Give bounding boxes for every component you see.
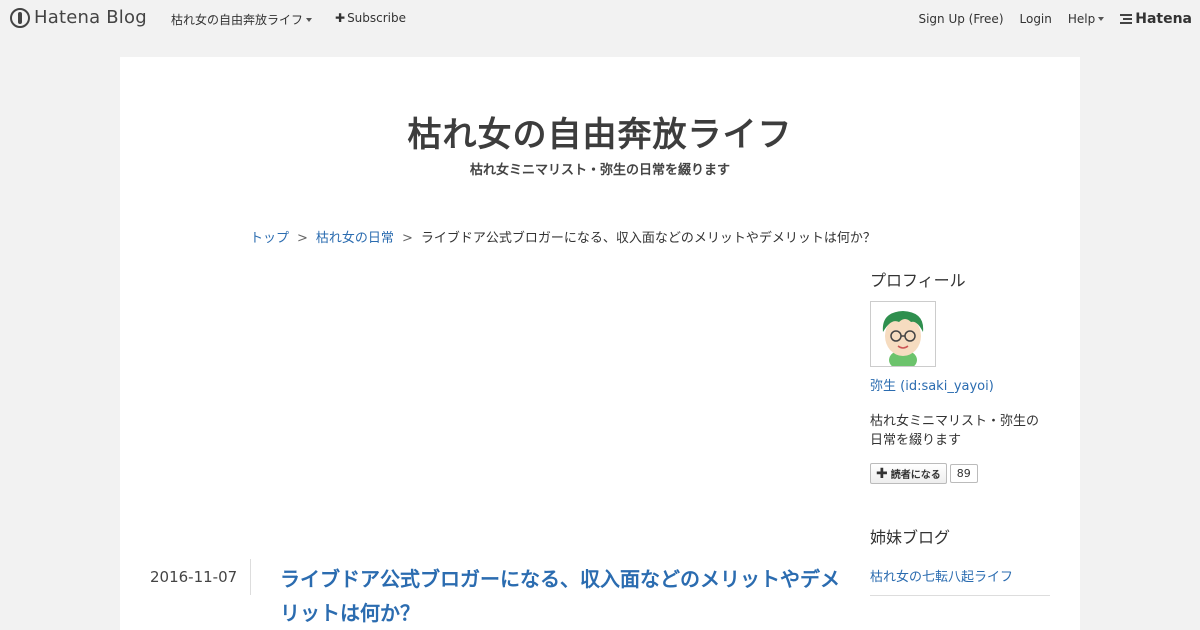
breadcrumb-separator: > bbox=[401, 231, 413, 246]
hatena-logo[interactable]: Hatena bbox=[1120, 11, 1192, 27]
subscribe-label: Subscribe bbox=[347, 11, 407, 25]
blog-description: 枯れ女ミニマリスト・弥生の日常を綴ります bbox=[469, 163, 730, 178]
breadcrumb-category-link[interactable]: 枯れ女の日常 bbox=[316, 231, 394, 246]
help-label: Help bbox=[1067, 12, 1096, 26]
post-date: 2016-11-07 bbox=[150, 568, 238, 586]
hatena-blog-logo[interactable]: Hatena Blog bbox=[10, 7, 147, 28]
sister-blog-link[interactable]: 枯れ女の七転八起ライフ bbox=[870, 566, 1050, 596]
reader-widget: ✚ 読者になる 89 bbox=[870, 463, 1050, 484]
sister-blog-heading: 姉妹ブログ bbox=[870, 528, 951, 547]
caret-down-icon bbox=[306, 18, 313, 22]
sidebar: プロフィール 弥生 (id:saki_yayoi) 枯れ女ミニマリスト・弥生の日… bbox=[870, 267, 1050, 596]
breadcrumb-current: ライブドア公式ブロガーになる、収入面などのメリットやデメリットは何か？ bbox=[420, 231, 876, 246]
blog-title[interactable]: 枯れ女の自由奔放ライフ bbox=[120, 107, 1080, 156]
signup-link[interactable]: Sign Up (Free) bbox=[918, 12, 1003, 26]
subscribe-reader-button[interactable]: ✚ 読者になる bbox=[870, 463, 947, 484]
reader-button-label: 読者になる bbox=[890, 470, 941, 481]
global-header: Hatena Blog 枯れ女の自由奔放ライフ ✚ Subscribe Sign … bbox=[0, 0, 1200, 36]
breadcrumb: トップ > 枯れ女の日常 > ライブドア公式ブロガーになる、収入面などのメリットやデメリ… bbox=[250, 227, 876, 246]
hatena-logo-text: Hatena bbox=[1135, 11, 1192, 27]
avatar[interactable] bbox=[870, 301, 936, 370]
profile-description: 枯れ女ミニマリスト・弥生の日常を綴ります bbox=[870, 414, 1040, 448]
profile-user-link[interactable]: 弥生 (id:saki_yayoi) bbox=[870, 379, 994, 394]
plus-icon: ✚ bbox=[335, 11, 346, 25]
blog-menu-label: 枯れ女の自由奔放ライフ bbox=[171, 13, 304, 27]
post-date-divider bbox=[250, 559, 251, 595]
breadcrumb-top-link[interactable]: トップ bbox=[250, 231, 289, 246]
hatena-logo-icon bbox=[1120, 14, 1133, 24]
breadcrumb-separator: > bbox=[297, 231, 308, 246]
blog-menu-dropdown[interactable]: 枯れ女の自由奔放ライフ bbox=[171, 11, 313, 28]
profile-heading: プロフィール bbox=[870, 271, 966, 290]
blog-container: 枯れ女の自由奔放ライフ 枯れ女ミニマリスト・弥生の日常を綴ります トップ > 枯れ女… bbox=[120, 57, 1080, 630]
help-dropdown[interactable]: Help bbox=[1067, 12, 1105, 26]
account-nav: Sign Up (Free) Login Help Hatena bbox=[918, 11, 1192, 27]
post-title-link[interactable]: ライブドア公式ブロガーになる、収入面などのメリットやデメリットは何か？ bbox=[280, 562, 850, 630]
reader-count: 89 bbox=[949, 464, 978, 483]
avatar-illustration-icon bbox=[882, 311, 924, 370]
caret-down-icon bbox=[1098, 17, 1105, 21]
plus-icon: ✚ bbox=[876, 465, 888, 482]
hatena-blog-logo-icon bbox=[10, 7, 30, 28]
subscribe-button[interactable]: ✚ Subscribe bbox=[335, 11, 406, 25]
logo-text: Hatena Blog bbox=[34, 7, 147, 28]
login-link[interactable]: Login bbox=[1020, 12, 1052, 26]
